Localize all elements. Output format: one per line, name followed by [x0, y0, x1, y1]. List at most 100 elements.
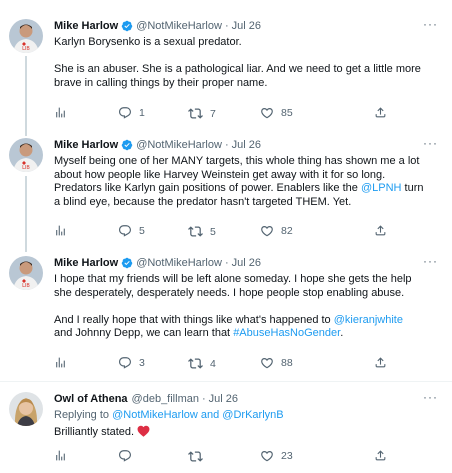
verified-badge-icon	[121, 20, 133, 32]
retweet-button[interactable]	[188, 449, 203, 464]
analytics-icon	[56, 225, 65, 236]
retweet-icon	[188, 108, 203, 119]
red-heart-emoji-icon	[137, 425, 150, 437]
reply-button[interactable]: 5	[118, 224, 145, 238]
tweet-text: I hope that my friends will be left alon…	[54, 273, 444, 341]
like-button[interactable]: 85	[260, 106, 293, 120]
author-name[interactable]: Mike Harlow	[54, 256, 118, 270]
author-name[interactable]: Owl of Athena	[54, 392, 128, 406]
analytics-button[interactable]	[54, 449, 67, 462]
tweet[interactable]: LIB Mike Harlow @NotMikeHarlow · Jul 26 …	[0, 136, 452, 240]
share-button[interactable]	[374, 449, 387, 462]
author-name[interactable]: Mike Harlow	[54, 19, 118, 33]
avatar[interactable]	[9, 392, 43, 426]
tweet-line: Brilliantly stated.	[54, 425, 444, 440]
analytics-button[interactable]	[54, 106, 67, 119]
retweet-icon	[188, 358, 203, 369]
retweet-button[interactable]: 4	[188, 356, 216, 371]
replying-to-label: Replying to	[54, 409, 113, 421]
analytics-button[interactable]	[54, 356, 67, 369]
retweet-count: 4	[210, 357, 216, 370]
tweet-header: Mike Harlow @NotMikeHarlow · Jul 26	[54, 138, 261, 152]
tweet-line: She is an abuser. She is a pathological …	[54, 63, 421, 76]
author-handle[interactable]: @NotMikeHarlow	[136, 138, 222, 152]
tweet-header: Owl of Athena @deb_fillman · Jul 26	[54, 392, 238, 406]
tweet[interactable]: LIB Mike Harlow @NotMikeHarlow · Jul 26 …	[0, 254, 452, 376]
reply-icon	[119, 107, 131, 119]
tweet-text-segment: Predators like Karlyn gain positions of …	[54, 182, 361, 195]
share-button[interactable]	[374, 106, 387, 119]
reply-count: 5	[139, 225, 145, 237]
tweet-text-segment: Brilliantly stated.	[54, 426, 135, 438]
tweet-actions: 5 5 82	[54, 224, 387, 240]
like-button[interactable]: 23	[260, 449, 293, 463]
replying-to-users-link[interactable]: @NotMikeHarlow and @DrKarlynB	[112, 409, 284, 421]
tweet-line: Karlyn Borysenko is a sexual predator.	[54, 36, 242, 48]
hashtag-link[interactable]: #AbuseHasNoGender	[233, 327, 340, 339]
reply-button[interactable]	[118, 449, 132, 463]
heart-icon	[261, 226, 273, 237]
mention-link[interactable]: @LPNH	[361, 182, 402, 194]
tweet-line: Myself being one of her MANY targets, th…	[54, 155, 420, 167]
verified-badge-icon	[121, 257, 133, 269]
more-options-icon[interactable]: ···	[423, 390, 438, 404]
author-handle[interactable]: @NotMikeHarlow	[136, 256, 222, 270]
tweet-text-segment: turn	[401, 182, 424, 195]
tweet-text-segment: and Johnny Depp, we can learn that	[54, 327, 234, 340]
tweet-text: Brilliantly stated.	[54, 425, 444, 440]
tweet-line: about how people like Harvey Weinstein g…	[54, 168, 386, 181]
tweet-line: brave in calling things by their proper …	[54, 76, 268, 89]
share-icon	[375, 107, 386, 118]
reply-button[interactable]: 1	[118, 106, 145, 120]
tweet[interactable]: Owl of Athena @deb_fillman · Jul 26 ··· …	[0, 390, 452, 470]
like-count: 23	[281, 450, 293, 462]
avatar[interactable]: LIB	[9, 256, 43, 290]
more-options-icon[interactable]: ···	[423, 254, 438, 268]
retweet-button[interactable]: 5	[188, 224, 216, 239]
separator-dot: ·	[224, 257, 229, 269]
share-icon	[375, 225, 386, 236]
tweet-date[interactable]: Jul 26	[232, 19, 261, 33]
avatar[interactable]: LIB	[9, 19, 43, 53]
heart-icon	[261, 108, 273, 119]
more-options-icon[interactable]: ···	[423, 136, 438, 150]
mention-link[interactable]: @kieranjwhite	[334, 314, 403, 326]
author-handle[interactable]: @NotMikeHarlow	[136, 19, 222, 33]
more-options-icon[interactable]: ···	[423, 17, 438, 31]
heart-icon	[261, 451, 273, 462]
tweet-actions: 3 4 88	[54, 356, 387, 372]
like-count: 82	[281, 225, 293, 237]
tweet-text: Karlyn Borysenko is a sexual predator. S…	[54, 36, 444, 90]
reply-count: 1	[139, 107, 145, 119]
tweet-header: Mike Harlow @NotMikeHarlow · Jul 26	[54, 19, 261, 33]
analytics-icon	[56, 450, 65, 461]
tweet-date[interactable]: Jul 26	[209, 392, 238, 406]
reply-button[interactable]: 3	[118, 356, 145, 370]
separator-dot: ·	[224, 139, 229, 151]
share-icon	[375, 357, 386, 368]
like-button[interactable]: 82	[260, 224, 293, 238]
share-button[interactable]	[374, 356, 387, 369]
tweet[interactable]: LIB Mike Harlow @NotMikeHarlow · Jul 26 …	[0, 17, 452, 121]
share-icon	[375, 450, 386, 461]
reply-icon	[119, 225, 131, 237]
tweet-header: Mike Harlow @NotMikeHarlow · Jul 26	[54, 256, 261, 270]
retweet-count: 7	[210, 107, 216, 120]
analytics-button[interactable]	[54, 224, 67, 237]
tweet-text-segment: And I really hope that with things like …	[54, 313, 334, 326]
reply-count: 3	[139, 357, 145, 369]
like-button[interactable]: 88	[260, 356, 293, 370]
author-name[interactable]: Mike Harlow	[54, 138, 118, 152]
retweet-button[interactable]: 7	[188, 106, 216, 121]
tweet-date[interactable]: Jul 26	[232, 256, 261, 270]
tweet-divider	[0, 381, 452, 382]
author-handle[interactable]: @deb_fillman	[132, 392, 199, 406]
reply-icon	[119, 357, 131, 369]
avatar[interactable]: LIB	[9, 138, 43, 172]
tweet-date[interactable]: Jul 26	[232, 138, 261, 152]
share-button[interactable]	[374, 224, 387, 237]
separator-dot: ·	[201, 393, 206, 405]
like-count: 88	[281, 357, 293, 369]
reply-icon	[119, 450, 131, 462]
tweet-actions: 23	[54, 449, 387, 465]
